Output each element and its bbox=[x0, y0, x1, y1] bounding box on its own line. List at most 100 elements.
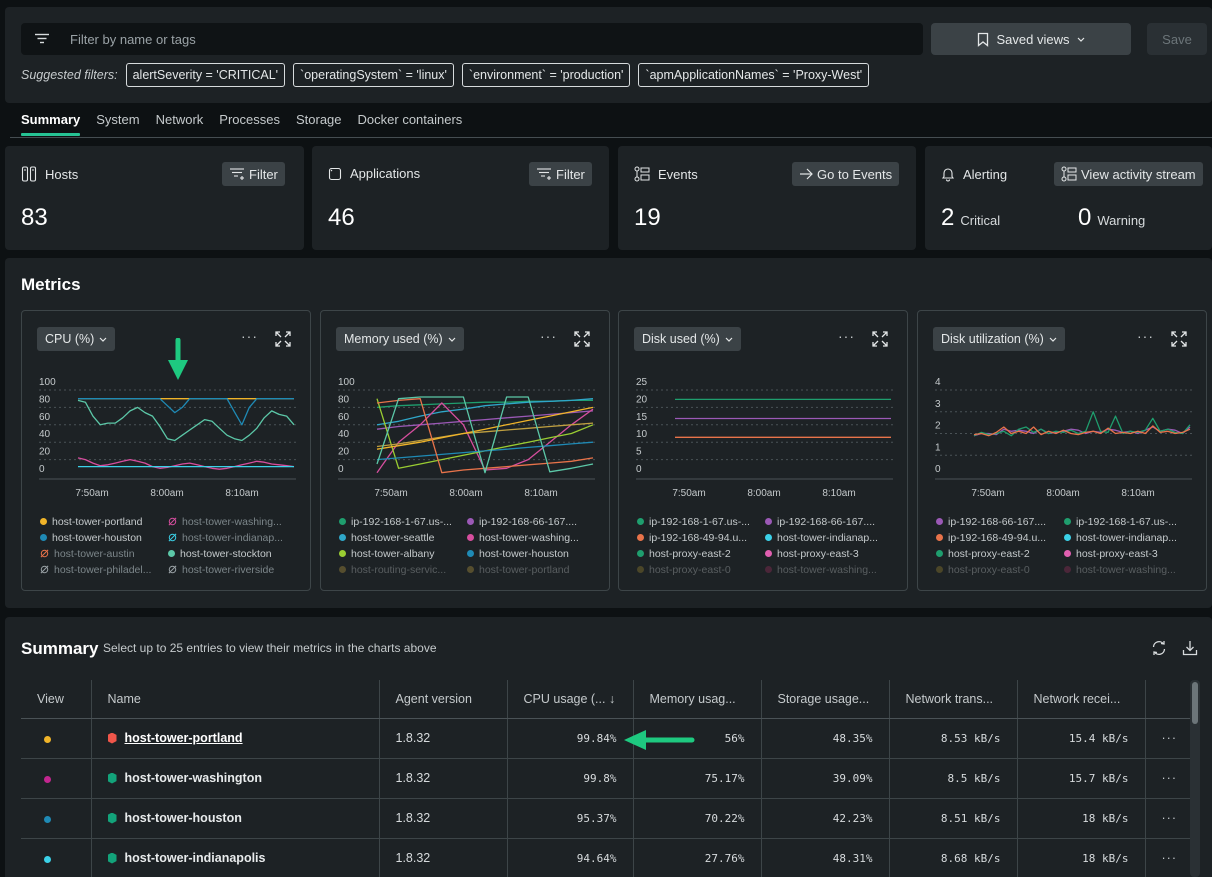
expand-icon[interactable] bbox=[872, 331, 888, 347]
view-color-dot[interactable] bbox=[44, 816, 51, 823]
more-options-icon[interactable]: ··· bbox=[1137, 328, 1154, 344]
legend-item[interactable]: host-tower-riverside bbox=[168, 563, 296, 575]
expand-icon[interactable] bbox=[1171, 331, 1187, 347]
download-icon[interactable] bbox=[1181, 639, 1199, 657]
name-cell[interactable]: host-tower-portland bbox=[91, 718, 380, 759]
legend-item[interactable]: ip-192-168-66-167.... bbox=[467, 515, 595, 528]
table-row[interactable]: host-tower-indianapolis 1.8.32 94.64% 27.76… bbox=[21, 838, 1191, 877]
legend-item[interactable]: host-tower-houston bbox=[40, 531, 168, 544]
host-name-link[interactable]: host-tower-washington bbox=[125, 771, 263, 785]
series-line[interactable] bbox=[376, 396, 594, 474]
table-row[interactable]: host-tower-portland 1.8.32 99.84% 56% 48.35%… bbox=[21, 718, 1191, 759]
view-cell[interactable] bbox=[21, 758, 92, 799]
series-line[interactable] bbox=[973, 411, 1191, 437]
expand-icon[interactable] bbox=[275, 331, 291, 347]
tab-system[interactable]: System bbox=[96, 108, 139, 135]
row-actions-icon[interactable]: ··· bbox=[1145, 718, 1191, 759]
memory-used-metric-select[interactable]: Memory used (%) bbox=[336, 327, 464, 351]
expand-icon[interactable] bbox=[574, 331, 590, 347]
legend-item[interactable]: ip-192-168-66-167.... bbox=[936, 515, 1064, 528]
view-color-dot[interactable] bbox=[44, 856, 51, 863]
tab-processes[interactable]: Processes bbox=[219, 108, 280, 135]
name-cell[interactable]: host-tower-indianapolis bbox=[91, 838, 380, 877]
legend-item[interactable]: host-tower-philadel... bbox=[40, 563, 168, 575]
legend-item[interactable]: host-tower-indianap... bbox=[765, 531, 893, 544]
row-actions-icon[interactable]: ··· bbox=[1145, 758, 1191, 799]
suggested-filter-chip[interactable]: alertSeverity = 'CRITICAL' bbox=[125, 63, 286, 87]
cpu-line-chart[interactable]: 0 20 40 60 80 100 7:50am 8:00am 8:10am bbox=[22, 361, 312, 511]
legend-item[interactable]: host-tower-houston bbox=[467, 547, 595, 560]
view-cell[interactable] bbox=[21, 718, 92, 759]
tab-docker-containers[interactable]: Docker containers bbox=[358, 108, 463, 135]
legend-item[interactable]: ip-192-168-1-67.us-... bbox=[637, 515, 765, 528]
hosts-filter-button[interactable]: Filter bbox=[222, 162, 285, 186]
view-color-dot[interactable] bbox=[44, 736, 51, 743]
column-header-view[interactable]: View bbox=[21, 680, 92, 719]
more-options-icon[interactable]: ··· bbox=[241, 328, 258, 344]
host-name-link[interactable]: host-tower-houston bbox=[125, 811, 242, 825]
legend-item[interactable]: host-tower-washing... bbox=[765, 563, 893, 575]
table-row[interactable]: host-tower-houston 1.8.32 95.37% 70.22% 42.2… bbox=[21, 798, 1191, 839]
legend-item[interactable]: host-tower-stockton bbox=[168, 547, 296, 560]
refresh-icon[interactable] bbox=[1150, 639, 1168, 657]
table-row[interactable]: host-tower-washington 1.8.32 99.8% 75.17% 39… bbox=[21, 758, 1191, 799]
more-options-icon[interactable]: ··· bbox=[540, 328, 557, 344]
legend-item[interactable]: host-tower-washing... bbox=[467, 531, 595, 544]
column-header-name[interactable]: Name bbox=[91, 680, 380, 719]
disk-used-metric-select[interactable]: Disk used (%) bbox=[634, 327, 741, 351]
column-header-storage-usage[interactable]: Storage usage... bbox=[761, 680, 890, 719]
legend-item[interactable]: host-tower-indianap... bbox=[1064, 531, 1192, 544]
legend-item[interactable]: host-proxy-east-3 bbox=[1064, 547, 1192, 560]
view-color-dot[interactable] bbox=[44, 776, 51, 783]
legend-item[interactable]: host-tower-austin bbox=[40, 547, 168, 560]
legend-item[interactable]: ip-192-168-49-94.u... bbox=[936, 531, 1064, 544]
suggested-filter-chip[interactable]: `environment` = 'production' bbox=[461, 63, 631, 87]
legend-item[interactable]: host-proxy-east-3 bbox=[765, 547, 893, 560]
row-actions-icon[interactable]: ··· bbox=[1145, 838, 1191, 877]
search-box[interactable] bbox=[21, 23, 923, 55]
go-to-events-button[interactable]: Go to Events bbox=[792, 162, 900, 186]
series-line[interactable] bbox=[376, 441, 594, 461]
suggested-filter-chip[interactable]: `apmApplicationNames` = 'Proxy-West' bbox=[638, 63, 870, 87]
save-button[interactable]: Save bbox=[1147, 23, 1207, 55]
series-line[interactable] bbox=[973, 426, 1191, 437]
legend-item[interactable]: host-tower-albany bbox=[339, 547, 467, 560]
disk-utilization-metric-select[interactable]: Disk utilization (%) bbox=[933, 327, 1065, 351]
legend-item[interactable]: host-tower-portland bbox=[467, 563, 595, 575]
series-line[interactable] bbox=[376, 422, 594, 448]
column-header-cpu-usage[interactable]: CPU usage (... ↓ bbox=[507, 680, 634, 719]
legend-item[interactable]: host-proxy-east-2 bbox=[936, 547, 1064, 560]
series-line[interactable] bbox=[77, 399, 295, 442]
name-cell[interactable]: host-tower-washington bbox=[91, 758, 380, 799]
applications-filter-button[interactable]: Filter bbox=[529, 162, 592, 186]
column-header-memory-usage[interactable]: Memory usag... bbox=[633, 680, 762, 719]
tab-storage[interactable]: Storage bbox=[296, 108, 342, 135]
saved-views-button[interactable]: Saved views bbox=[931, 23, 1131, 55]
search-input[interactable] bbox=[70, 31, 923, 47]
cpu-metric-select[interactable]: CPU (%) bbox=[37, 327, 116, 351]
disk-used-line-chart[interactable]: 0 5 10 15 20 25 7:50am 8:00am 8:10am bbox=[619, 361, 909, 511]
view-cell[interactable] bbox=[21, 798, 92, 839]
table-scrollbar[interactable] bbox=[1190, 680, 1200, 877]
memory-used-line-chart[interactable]: 0 20 40 60 80 100 7:50am 8:00am 8:10am bbox=[321, 361, 611, 511]
column-header-agent-version[interactable]: Agent version bbox=[379, 680, 508, 719]
column-header-network-transmit[interactable]: Network trans... bbox=[889, 680, 1018, 719]
legend-item[interactable]: host-routing-servic... bbox=[339, 563, 467, 575]
legend-item[interactable]: host-tower-portland bbox=[40, 515, 168, 528]
series-line[interactable] bbox=[376, 406, 594, 450]
legend-item[interactable]: ip-192-168-1-67.us-... bbox=[1064, 515, 1192, 528]
tab-network[interactable]: Network bbox=[156, 108, 204, 135]
legend-item[interactable]: host-tower-seattle bbox=[339, 531, 467, 544]
row-actions-icon[interactable]: ··· bbox=[1145, 798, 1191, 839]
scrollbar-thumb[interactable] bbox=[1192, 682, 1198, 724]
tab-summary[interactable]: Summary bbox=[21, 108, 81, 136]
name-cell[interactable]: host-tower-houston bbox=[91, 798, 380, 839]
disk-utilization-line-chart[interactable]: 0 1 2 3 4 7:50am 8:00am 8:10am bbox=[918, 361, 1208, 511]
view-activity-stream-button[interactable]: View activity stream bbox=[1054, 162, 1203, 186]
legend-item[interactable]: host-tower-washing... bbox=[1064, 563, 1192, 575]
legend-item[interactable]: ip-192-168-1-67.us-... bbox=[339, 515, 467, 528]
suggested-filter-chip[interactable]: `operatingSystem` = 'linux' bbox=[293, 63, 454, 87]
view-cell[interactable] bbox=[21, 838, 92, 877]
column-header-network-receive[interactable]: Network recei... bbox=[1017, 680, 1146, 719]
host-name-link[interactable]: host-tower-indianapolis bbox=[125, 851, 266, 865]
